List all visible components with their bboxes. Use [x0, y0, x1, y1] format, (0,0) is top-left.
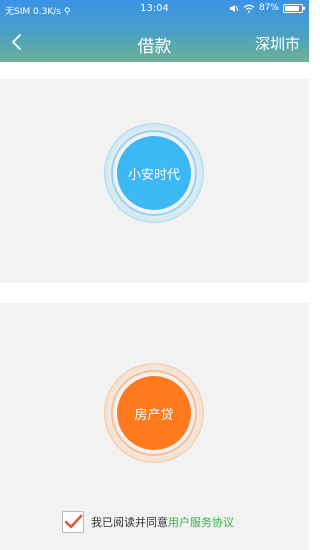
agreement-row: 我已阅读并同意 用户服务协议	[62, 511, 234, 533]
spacer	[0, 283, 309, 303]
status-bar: 无SIM 0.3K/s ⚲ 13:04 87%	[0, 0, 309, 20]
mute-icon	[229, 4, 239, 12]
city-selector[interactable]: 深圳市	[255, 33, 300, 54]
battery-fill	[285, 5, 299, 11]
agreement-checkbox[interactable]	[62, 511, 84, 533]
house-loan-button[interactable]: 房产贷	[117, 376, 191, 450]
battery-icon	[283, 3, 305, 13]
option-circle-1: 小安时代	[104, 123, 204, 223]
xiaoan-shidai-button[interactable]: 小安时代	[117, 136, 191, 210]
status-right: 87%	[229, 3, 305, 13]
app-header: 无SIM 0.3K/s ⚲ 13:04 87% 借款 深圳市	[0, 0, 309, 62]
wifi-icon	[243, 4, 255, 13]
nav-bar: 借款 深圳市	[0, 22, 309, 62]
option-circle-2: 房产贷	[104, 363, 204, 463]
checkmark-icon	[64, 514, 83, 529]
spacer	[0, 62, 309, 79]
battery-percent: 87%	[258, 3, 279, 13]
option-panel-1: 小安时代	[0, 79, 309, 283]
user-agreement-link[interactable]: 用户服务协议	[168, 514, 234, 530]
battery-cap	[303, 6, 305, 10]
agreement-text: 我已阅读并同意	[91, 516, 168, 529]
